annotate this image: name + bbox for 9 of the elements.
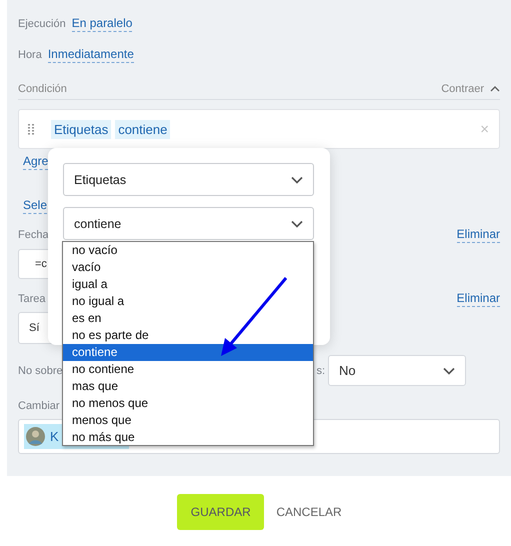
field-label: Cambiar — [18, 400, 60, 412]
field-label: Fecha — [18, 229, 49, 241]
field-label: No sobre — [18, 364, 63, 376]
field-label: Hora — [18, 49, 42, 61]
field-label: s: — [316, 364, 325, 376]
field-label: Ejecución — [18, 18, 66, 30]
section-title: Condición — [18, 82, 67, 94]
user-name: K — [50, 429, 59, 444]
field-label: Tarea — [18, 293, 46, 305]
